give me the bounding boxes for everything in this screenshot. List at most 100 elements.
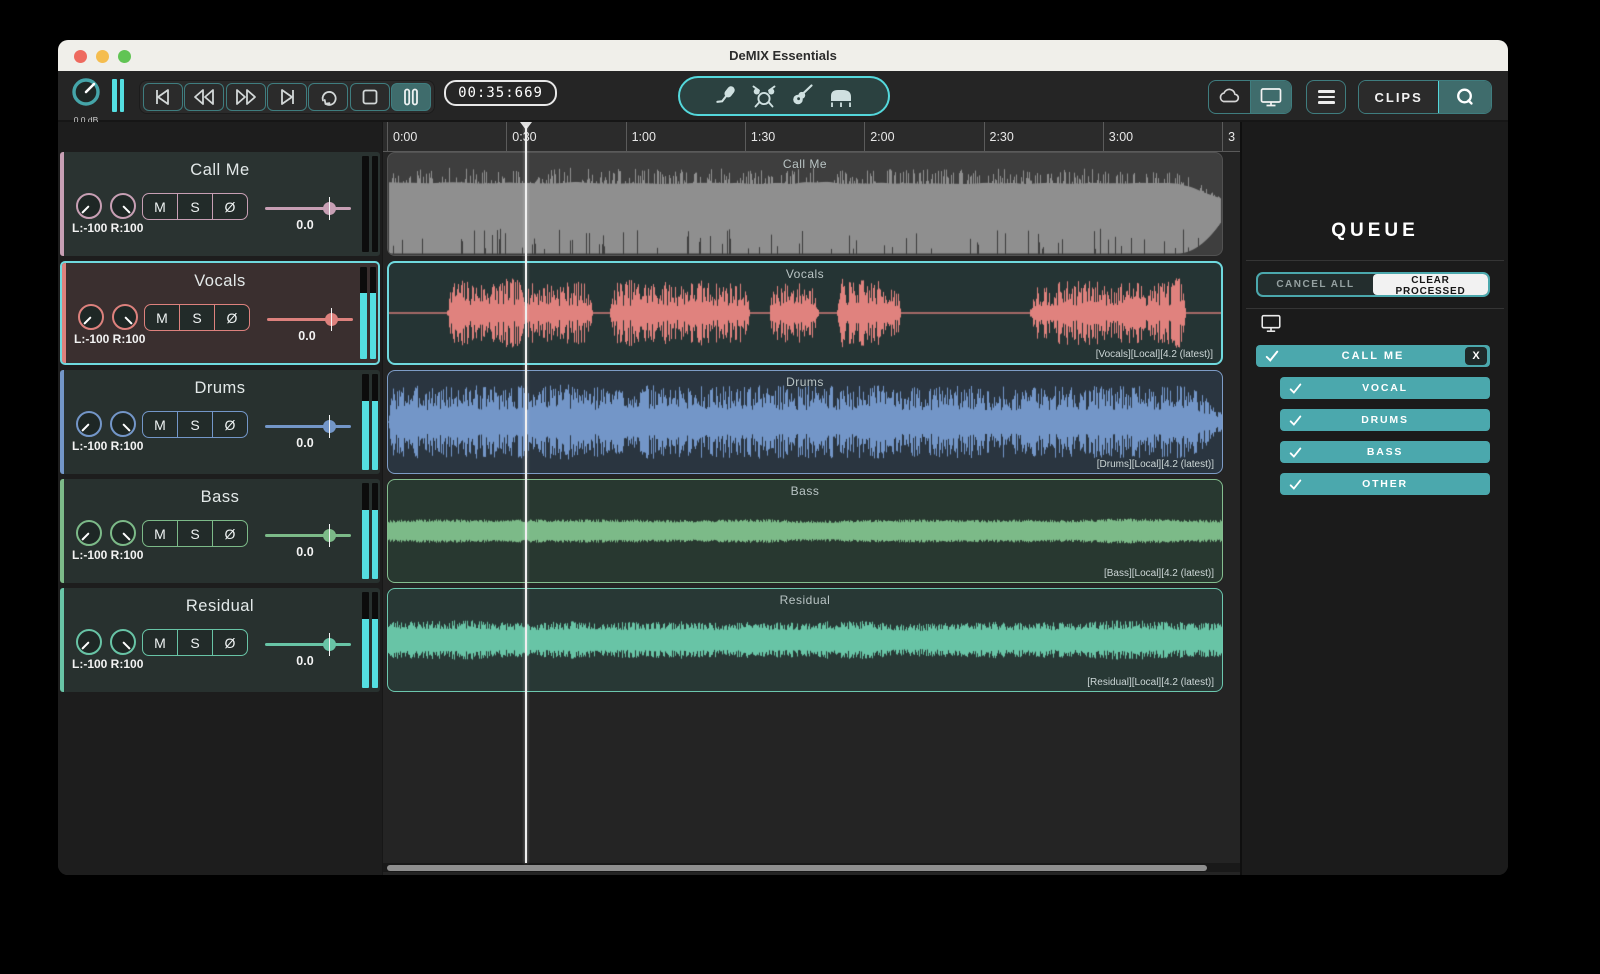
loop-icon (322, 91, 337, 106)
search-icon (1457, 88, 1473, 105)
timeline-ruler[interactable]: 0:000:301:001:302:002:303:003 (383, 122, 1240, 152)
clear-processed-button[interactable]: CLEAR PROCESSED (1373, 274, 1488, 295)
playhead-line (525, 126, 527, 863)
pan-left-knob[interactable] (76, 193, 102, 219)
solo-button[interactable]: S (177, 521, 212, 546)
zoom-window-button[interactable] (118, 49, 131, 63)
track-header-panel: Call Me M S Ø 0.0 L:-100 R:100 Vocals M … (58, 122, 382, 875)
pause-button[interactable] (390, 83, 431, 111)
pan-left-knob[interactable] (76, 411, 102, 437)
search-button[interactable] (1438, 81, 1491, 113)
remove-job-button[interactable]: X (1465, 347, 1487, 365)
loop-button[interactable] (308, 83, 349, 111)
local-computer-source-button[interactable] (1249, 81, 1291, 113)
pan-left-knob[interactable] (76, 629, 102, 655)
clip-title: Residual (779, 593, 831, 607)
knob-pointer-icon (107, 517, 138, 548)
solo-button[interactable]: S (177, 630, 212, 655)
grand-piano-icon (831, 90, 851, 107)
master-level-meter (112, 79, 124, 112)
rewind-button[interactable] (184, 83, 225, 111)
audio-clip[interactable]: Drums [Drums][Local][4.2 (latest)] (387, 370, 1223, 474)
stem-selector[interactable] (678, 76, 890, 116)
audio-clip[interactable]: Residual [Residual][Local][4.2 (latest)] (387, 588, 1223, 692)
queue-stem-label: VOCAL (1362, 382, 1408, 394)
cancel-all-button[interactable]: CANCEL ALL (1258, 274, 1373, 295)
phase-invert-button[interactable]: Ø (212, 412, 247, 437)
horizontal-scrollbar-thumb[interactable] (387, 864, 1207, 871)
queue-stem-item[interactable]: OTHER (1280, 473, 1490, 495)
track-header[interactable]: Drums M S Ø 0.0 L:-100 R:100 (60, 370, 380, 474)
time-display: 00:35:669 (444, 80, 557, 106)
track-buttons: M S Ø (144, 304, 250, 331)
audio-clip[interactable]: Call Me (387, 152, 1223, 256)
queue-job-call-me[interactable]: CALL ME X (1256, 345, 1490, 367)
mute-button[interactable]: M (143, 630, 177, 655)
track-header[interactable]: Residual M S Ø 0.0 L:-100 R:100 (60, 588, 380, 692)
solo-button[interactable]: S (177, 194, 212, 219)
slider-thumb[interactable] (323, 633, 336, 656)
cloud-source-button[interactable] (1209, 81, 1250, 113)
slider-thumb[interactable] (323, 415, 336, 438)
guitar-icon (793, 84, 813, 105)
clips-button[interactable]: CLIPS (1359, 81, 1439, 113)
queue-stem-item[interactable]: BASS (1280, 441, 1490, 463)
pan-left-knob[interactable] (78, 304, 104, 330)
track-header[interactable]: Call Me M S Ø 0.0 L:-100 R:100 (60, 152, 380, 256)
ruler-tick: 2:00 (864, 122, 895, 151)
queue-job-name: CALL ME (1341, 350, 1405, 362)
slider-thumb[interactable] (325, 308, 338, 331)
timeline-area: 0:000:301:001:302:002:303:003 Call Me Vo… (382, 122, 1240, 875)
fast-forward-button[interactable] (225, 83, 266, 111)
minimize-window-button[interactable] (96, 49, 109, 63)
knob-pointer-icon (73, 517, 104, 548)
window-titlebar: DeMIX Essentials (58, 40, 1508, 71)
pan-right-knob[interactable] (110, 193, 136, 219)
close-window-button[interactable] (74, 49, 87, 63)
audio-clip[interactable]: Vocals [Vocals][Local][4.2 (latest)] (387, 261, 1223, 365)
mute-button[interactable]: M (143, 521, 177, 546)
track-title: Bass (200, 488, 240, 506)
slider-track (265, 425, 351, 428)
knob-pointer-icon (73, 190, 104, 221)
gain-value: 0.0 (296, 436, 314, 450)
track-header[interactable]: Bass M S Ø 0.0 L:-100 R:100 (60, 479, 380, 583)
knob-pointer-icon (109, 301, 140, 332)
clip-title: Drums (786, 375, 824, 389)
queue-stem-label: DRUMS (1361, 414, 1409, 426)
audio-clip[interactable]: Bass [Bass][Local][4.2 (latest)] (387, 479, 1223, 583)
pan-right-knob[interactable] (110, 520, 136, 546)
slider-thumb[interactable] (323, 197, 336, 220)
stop-button[interactable] (349, 83, 390, 111)
skip-to-end-button[interactable] (266, 83, 307, 111)
horizontal-scrollbar (383, 863, 1240, 872)
pan-range-label: L:-100 R:100 (72, 548, 144, 562)
queue-stem-item[interactable]: VOCAL (1280, 377, 1490, 399)
phase-invert-button[interactable]: Ø (212, 194, 247, 219)
solo-button[interactable]: S (177, 412, 212, 437)
solo-button[interactable]: S (179, 305, 214, 330)
mute-button[interactable]: M (145, 305, 179, 330)
track-header[interactable]: Vocals M S Ø 0.0 L:-100 R:100 (60, 261, 380, 365)
pan-right-knob[interactable] (110, 411, 136, 437)
phase-invert-button[interactable]: Ø (212, 521, 247, 546)
toolbar: 0.0 dB 00:35:669 CLIPS (58, 71, 1508, 125)
mute-button[interactable]: M (143, 412, 177, 437)
pan-left-knob[interactable] (76, 520, 102, 546)
master-volume-knob[interactable] (70, 78, 102, 113)
track-title: Call Me (190, 161, 250, 179)
phase-invert-button[interactable]: Ø (214, 305, 249, 330)
ruler-tick: 3 (1222, 122, 1235, 151)
slider-thumb[interactable] (323, 524, 336, 547)
knob-pointer-icon (73, 626, 104, 657)
skip-to-start-button[interactable] (143, 83, 183, 111)
menu-button[interactable] (1306, 80, 1346, 114)
slider-track (267, 318, 353, 321)
mute-button[interactable]: M (143, 194, 177, 219)
app-window: DeMIX Essentials 0.0 dB 00:35:669 CLIPS … (58, 40, 1508, 875)
phase-invert-button[interactable]: Ø (212, 630, 247, 655)
pan-right-knob[interactable] (112, 304, 138, 330)
pan-right-knob[interactable] (110, 629, 136, 655)
queue-stem-item[interactable]: DRUMS (1280, 409, 1490, 431)
pan-range-label: L:-100 R:100 (72, 657, 144, 671)
